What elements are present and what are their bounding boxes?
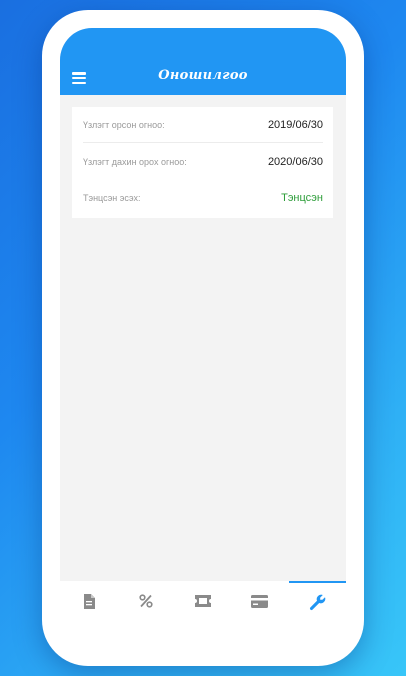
credit-card-icon [251, 594, 268, 608]
inspection-date-label: Үзлэгт орсон огноо: [83, 119, 165, 130]
next-inspection-date-value: 2020/06/30 [267, 156, 323, 168]
tab-documents[interactable] [60, 581, 117, 621]
app-screen: Оношилгоо Үзлэгт орсон огноо: 2019/06/30… [60, 28, 346, 648]
next-inspection-date-label: Үзлэгт дахин орох огноо: [83, 157, 187, 167]
phone-frame: Оношилгоо Үзлэгт орсон огноо: 2019/06/30… [42, 10, 364, 666]
page-title: Оношилгоо [158, 68, 248, 83]
next-inspection-date-row: Үзлэгт дахин орох огноо: 2020/06/30 [83, 144, 323, 180]
main-content: Үзлэгт орсон огноо: 2019/06/30 Үзлэгт да… [60, 95, 346, 581]
inspection-date-row: Үзлэгт орсон огноо: 2019/06/30 [83, 107, 323, 143]
tab-tickets[interactable] [174, 581, 231, 621]
percent-icon [138, 594, 153, 608]
inspection-date-value: 2019/06/30 [267, 118, 323, 131]
wrench-icon [309, 594, 326, 610]
app-header: Оношилгоо [60, 28, 346, 95]
tab-service[interactable] [289, 581, 346, 621]
tab-discounts[interactable] [117, 581, 174, 621]
bottom-tab-bar [60, 581, 346, 648]
ticket-icon [194, 595, 211, 607]
pass-status-row: Тэнцсэн эсэх: Тэнцсэн [83, 180, 323, 216]
tab-payments[interactable] [231, 581, 288, 621]
inspection-card: Үзлэгт орсон огноо: 2019/06/30 Үзлэгт да… [72, 107, 333, 218]
pass-status-value: Тэнцсэн [281, 192, 323, 204]
pass-status-label: Тэнцсэн эсэх: [83, 193, 141, 203]
document-icon [83, 593, 95, 609]
